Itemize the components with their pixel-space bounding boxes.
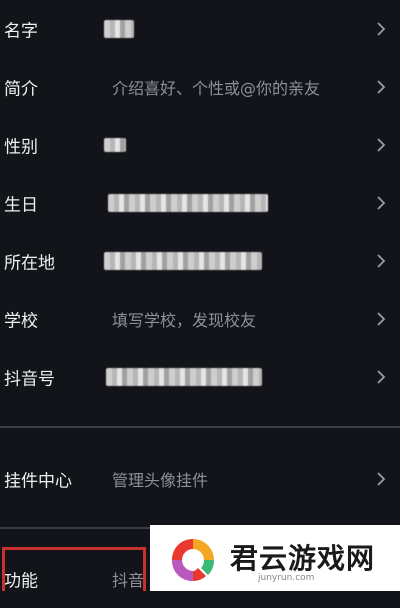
row-widget-center-label: 挂件中心 — [4, 471, 72, 492]
chevron-right-icon — [377, 22, 386, 36]
watermark-logo-icon — [172, 539, 214, 581]
chevron-right-icon — [377, 196, 386, 210]
section-divider — [0, 426, 400, 428]
row-bio-label: 简介 — [4, 79, 38, 100]
watermark-text: 君云游戏网 — [230, 542, 376, 575]
row-school-value: 填写学校，发现校友 — [112, 311, 257, 330]
row-widget-center-value: 管理头像挂件 — [112, 471, 209, 490]
redacted-location — [104, 252, 262, 270]
redacted-name — [104, 20, 134, 38]
row-school-label: 学校 — [4, 311, 38, 332]
row-widget-center[interactable]: 挂件中心 管理头像挂件 — [0, 450, 400, 508]
redacted-birthday — [108, 194, 268, 212]
row-bio[interactable]: 简介 介绍喜好、个性或@你的亲友 — [0, 58, 400, 116]
chevron-right-icon — [377, 312, 386, 326]
row-birthday-label: 生日 — [4, 195, 38, 216]
row-birthday[interactable]: 生日 — [0, 174, 400, 232]
row-gender[interactable]: 性别 — [0, 116, 400, 174]
row-location[interactable]: 所在地 — [0, 232, 400, 290]
row-gender-label: 性别 — [4, 137, 38, 158]
row-bio-value: 介绍喜好、个性或@你的亲友 — [112, 79, 321, 98]
row-name[interactable]: 名字 — [0, 0, 400, 58]
row-location-label: 所在地 — [4, 253, 55, 274]
chevron-right-icon — [377, 370, 386, 384]
redacted-douyin-id — [106, 368, 262, 386]
watermark: 君云游戏网 junyrun.com — [150, 525, 400, 591]
redacted-gender — [104, 138, 126, 152]
row-name-label: 名字 — [4, 21, 38, 42]
watermark-subtext: junyrun.com — [258, 573, 315, 583]
chevron-right-icon — [377, 138, 386, 152]
row-douyin-id-label: 抖音号 — [4, 369, 55, 390]
row-douyin-id[interactable]: 抖音号 — [0, 348, 400, 406]
chevron-right-icon — [377, 254, 386, 268]
row-school[interactable]: 学校 填写学校，发现校友 — [0, 290, 400, 348]
highlight-box — [2, 547, 146, 591]
chevron-right-icon — [377, 472, 386, 486]
chevron-right-icon — [377, 80, 386, 94]
